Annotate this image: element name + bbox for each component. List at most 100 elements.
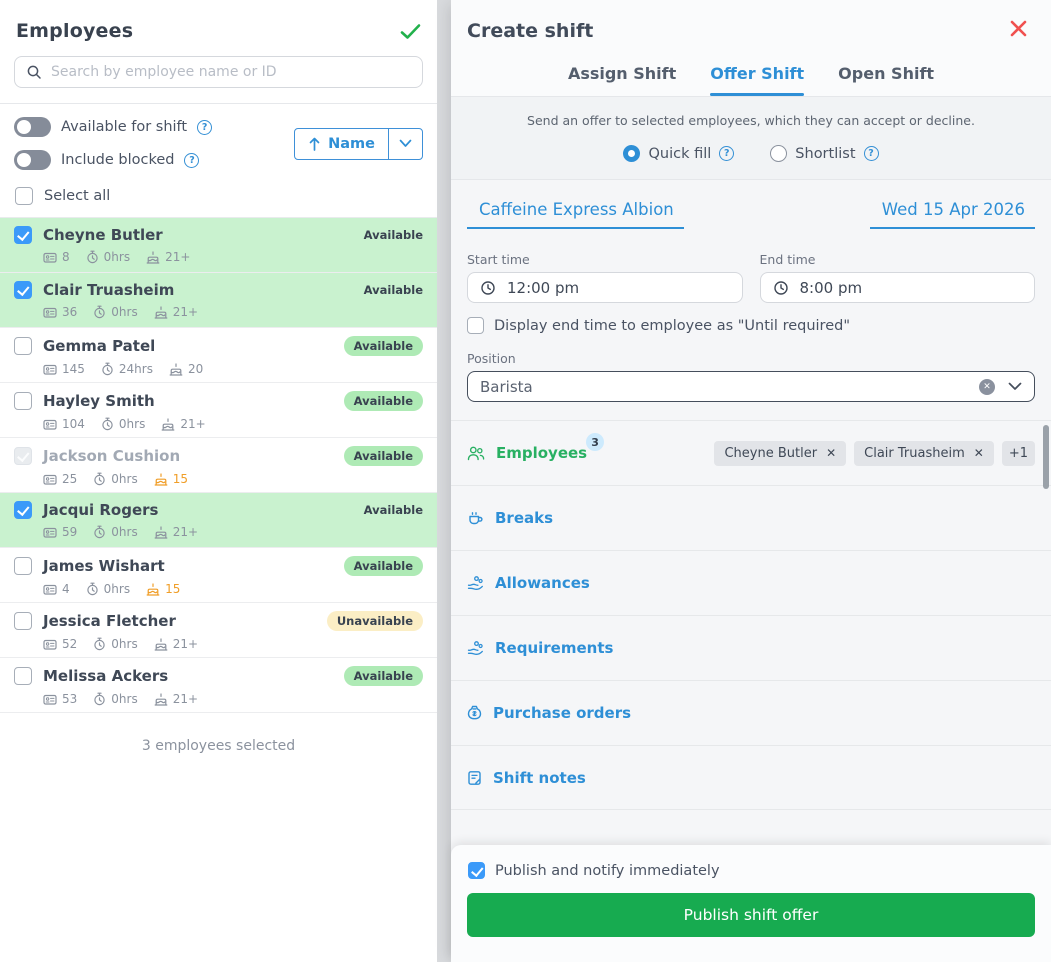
- quick-fill-option[interactable]: Quick fill: [623, 145, 735, 162]
- stopwatch-icon: [93, 525, 106, 539]
- position-select[interactable]: Barista: [467, 371, 1035, 402]
- shifts-count-stat: 8: [43, 250, 70, 264]
- selection-summary: 3 employees selected: [141, 738, 296, 754]
- start-time-input[interactable]: 12:00 pm: [467, 272, 743, 303]
- tab-open-shift[interactable]: Open Shift: [838, 64, 934, 96]
- until-required-checkbox[interactable]: [467, 317, 484, 334]
- employee-stats: 25 0hrs 15: [43, 472, 423, 486]
- cake-icon: [154, 637, 168, 651]
- sort-button[interactable]: Name: [294, 127, 423, 160]
- employee-checkbox[interactable]: [14, 557, 32, 575]
- employee-row[interactable]: Jacqui Rogers Available 59 0hrs 21+: [0, 493, 437, 548]
- employee-checkbox[interactable]: [14, 226, 32, 244]
- section-allowances[interactable]: Allowances: [451, 550, 1051, 615]
- search-icon: [26, 64, 42, 80]
- help-icon[interactable]: [719, 146, 735, 161]
- date-field[interactable]: Wed 15 Apr 2026: [869, 200, 1035, 229]
- employee-row[interactable]: Jessica Fletcher Unavailable 52 0hrs 21+: [0, 603, 437, 658]
- availability-badge: Available: [343, 336, 423, 356]
- employee-row[interactable]: Cheyne Butler Available 8 0hrs 21+: [0, 218, 437, 273]
- shifts-count-stat: 145: [43, 362, 85, 376]
- section-label: Shift notes: [493, 768, 586, 787]
- help-icon[interactable]: [197, 119, 213, 135]
- sort-direction-icon: [308, 137, 321, 151]
- shortlist-option[interactable]: Shortlist: [770, 145, 879, 162]
- employee-row[interactable]: James Wishart Available 4 0hrs 15: [0, 548, 437, 603]
- section-breaks[interactable]: Breaks: [451, 485, 1051, 550]
- availability-badge: Available: [343, 556, 423, 576]
- publish-row[interactable]: Publish and notify immediately: [468, 862, 1035, 879]
- remove-chip-icon[interactable]: ✕: [974, 446, 984, 460]
- help-icon[interactable]: [184, 152, 200, 168]
- select-all-row[interactable]: Select all: [0, 174, 437, 217]
- select-all-label: Select all: [44, 188, 111, 204]
- section-requirements[interactable]: Requirements: [451, 615, 1051, 680]
- chevron-down-icon[interactable]: [1008, 382, 1022, 391]
- section-shift-notes[interactable]: Shift notes: [451, 745, 1051, 810]
- employee-checkbox[interactable]: [14, 281, 32, 299]
- help-icon[interactable]: [863, 146, 879, 161]
- availability-badge: Available: [363, 283, 423, 297]
- end-time-input[interactable]: 8:00 pm: [759, 272, 1035, 303]
- tab-offer-shift[interactable]: Offer Shift: [710, 64, 804, 96]
- employee-row[interactable]: Melissa Ackers Available 53 0hrs 21+: [0, 658, 437, 713]
- id-card-icon: [43, 638, 57, 651]
- employees-section[interactable]: Employees 3 Cheyne Butler ✕ Clair Truashei…: [451, 420, 1051, 485]
- publish-notify-checkbox[interactable]: [468, 862, 485, 879]
- age-stat: 21+: [154, 692, 198, 706]
- note-icon: [467, 770, 482, 786]
- availability-badge: Available: [343, 391, 423, 411]
- availability-badge: Available: [343, 666, 423, 686]
- quick-fill-label: Quick fill: [648, 145, 712, 162]
- employee-checkbox[interactable]: [14, 337, 32, 355]
- employee-stats: 52 0hrs 21+: [43, 637, 423, 651]
- employee-stats: 36 0hrs 21+: [43, 305, 423, 319]
- cake-icon: [146, 250, 160, 264]
- employee-row[interactable]: Clair Truasheim Available 36 0hrs 21+: [0, 273, 437, 328]
- section-purchase-orders[interactable]: Purchase orders: [451, 680, 1051, 745]
- shifts-count-stat: 53: [43, 692, 77, 706]
- hand-coins-icon: [467, 640, 484, 656]
- location-field[interactable]: Caffeine Express Albion: [467, 200, 684, 229]
- shortlist-radio[interactable]: [770, 145, 788, 162]
- hand-coins-icon: [467, 575, 484, 591]
- employee-name: Melissa Ackers: [43, 667, 169, 685]
- section-label: Breaks: [495, 509, 554, 527]
- confirm-check-icon[interactable]: [400, 23, 421, 40]
- available-for-shift-toggle[interactable]: [14, 117, 51, 137]
- tab-assign-shift[interactable]: Assign Shift: [568, 64, 676, 96]
- start-time-value: 12:00 pm: [507, 278, 580, 297]
- until-required-row[interactable]: Display end time to employee as "Until r…: [467, 317, 1035, 334]
- age-stat: 21+: [154, 305, 198, 319]
- select-all-checkbox[interactable]: [15, 187, 33, 205]
- sort-dropdown-button[interactable]: [389, 129, 422, 159]
- remove-chip-icon[interactable]: ✕: [826, 446, 836, 460]
- employee-checkbox[interactable]: [14, 612, 32, 630]
- section-label: Allowances: [495, 574, 590, 592]
- quick-fill-radio[interactable]: [623, 145, 641, 162]
- create-shift-dialog: Create shift Assign Shift Offer Shift Op…: [451, 0, 1051, 962]
- employee-row[interactable]: Hayley Smith Available 104 0hrs 21+: [0, 383, 437, 438]
- search-input[interactable]: [51, 64, 411, 80]
- employee-checkbox[interactable]: [14, 392, 32, 410]
- employee-chip[interactable]: Clair Truasheim ✕: [854, 440, 994, 466]
- employee-row[interactable]: Jackson Cushion Available 25 0hrs 15: [0, 438, 437, 493]
- coffee-cup-icon: [467, 510, 484, 526]
- employee-search[interactable]: [14, 56, 423, 88]
- scrollbar-thumb[interactable]: [1043, 425, 1049, 489]
- employee-row[interactable]: Gemma Patel Available 145 24hrs 20: [0, 328, 437, 383]
- employee-checkbox[interactable]: [14, 667, 32, 685]
- clear-position-icon[interactable]: [979, 378, 995, 395]
- employee-stats: 53 0hrs 21+: [43, 692, 423, 706]
- employee-checkbox[interactable]: [14, 501, 32, 519]
- more-employees-chip[interactable]: +1: [1001, 440, 1035, 466]
- close-icon[interactable]: [1008, 18, 1029, 39]
- publish-shift-offer-button[interactable]: Publish shift offer: [467, 893, 1035, 937]
- include-blocked-toggle[interactable]: [14, 150, 51, 170]
- age-stat: 21+: [161, 417, 206, 431]
- cake-icon: [146, 582, 160, 596]
- available-for-shift-label: Available for shift: [61, 119, 188, 135]
- section-header: Allowances: [467, 574, 590, 592]
- employee-chip[interactable]: Cheyne Butler ✕: [714, 440, 847, 466]
- publish-notify-label: Publish and notify immediately: [495, 862, 720, 879]
